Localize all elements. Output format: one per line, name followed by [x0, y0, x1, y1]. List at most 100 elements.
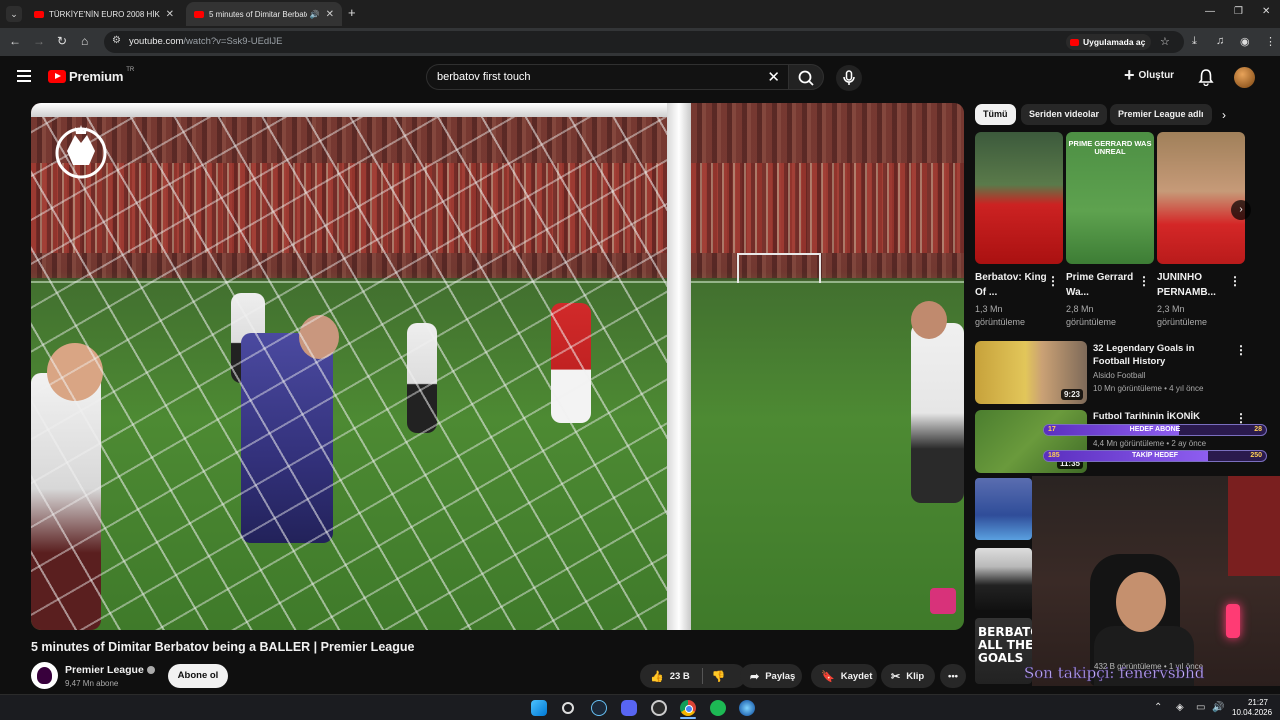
webcam-overlay: 432 B görüntüleme • 1 yıl önce Son takip…	[1024, 476, 1280, 686]
chip-all[interactable]: Tümü	[975, 104, 1016, 125]
goal-target: 250	[1250, 452, 1262, 459]
more-options-icon[interactable]: ⋮	[1138, 274, 1150, 288]
verified-icon	[146, 666, 155, 675]
search-query: berbatov first touch	[437, 71, 531, 83]
save-button[interactable]: 🔖 Kaydet	[811, 664, 877, 688]
account-avatar[interactable]	[1234, 67, 1255, 88]
thumbs-up-icon[interactable]: 👍	[650, 670, 664, 683]
shorts-next-icon[interactable]: ›	[1231, 200, 1251, 220]
share-button[interactable]: ➦ Paylaş	[740, 664, 802, 688]
recommended-thumbnail[interactable]: 9:23	[975, 341, 1087, 404]
recommended-thumbnail[interactable]	[975, 548, 1032, 610]
site-info-icon[interactable]: ⚙	[112, 35, 121, 46]
share-label: Paylaş	[765, 670, 796, 682]
steam-icon[interactable]	[591, 700, 607, 716]
windows-start-icon[interactable]	[531, 700, 547, 716]
tab-title: TÜRKİYE'NİN EURO 2008 HİKAYESİ	[49, 9, 160, 19]
short-title[interactable]: Prime Gerrard Wa...	[1066, 270, 1138, 300]
channel-name[interactable]: Premier League	[65, 664, 155, 676]
tab-euro-2008[interactable]: TÜRKİYE'NİN EURO 2008 HİKAYESİ ✕	[26, 2, 182, 26]
short-thumbnail[interactable]: PRIME GERRARD WAS UNREAL	[1066, 132, 1154, 264]
speaker-icon[interactable]: 🔊	[310, 10, 320, 19]
search-icon	[798, 70, 814, 86]
more-options-icon[interactable]: ⋮	[1235, 343, 1247, 357]
youtube-premium-logo[interactable]: Premium TR	[48, 66, 135, 84]
media-control-icon[interactable]: ♫	[1216, 35, 1224, 47]
channel-avatar[interactable]	[31, 662, 58, 689]
tab-search-button[interactable]: ⌄	[6, 6, 22, 22]
channel-subscriber-count: 9,47 Mn abone	[65, 679, 119, 688]
short-thumbnail[interactable]	[975, 132, 1063, 264]
minimize-icon[interactable]: —	[1205, 6, 1215, 17]
new-tab-button[interactable]: +	[348, 5, 356, 20]
clock-date: 10.04.2026	[1232, 708, 1273, 717]
app-icon[interactable]	[739, 700, 755, 716]
search-button[interactable]	[788, 64, 824, 90]
bookmark-star-icon[interactable]: ☆	[1160, 35, 1170, 48]
forward-icon[interactable]: →	[33, 34, 45, 48]
webcam-jersey	[1228, 476, 1280, 576]
notifications-button[interactable]	[1198, 68, 1214, 91]
thumbnail-text: BERBATOV ALL THE GOALS	[978, 625, 1032, 665]
country-code: TR	[126, 66, 135, 73]
short-thumbnail[interactable]	[1157, 132, 1245, 264]
maximize-icon[interactable]: ❐	[1234, 6, 1243, 17]
more-options-icon[interactable]: ⋮	[1235, 411, 1247, 425]
recommended-thumbnail[interactable]: 11:35	[975, 410, 1087, 473]
close-window-icon[interactable]: ✕	[1262, 6, 1270, 17]
webcam-person-face	[1116, 572, 1166, 632]
recommended-meta: 10 Mn görüntüleme • 4 yıl önce	[1093, 384, 1204, 393]
back-icon[interactable]: ←	[9, 34, 21, 48]
youtube-icon	[1070, 38, 1079, 46]
reload-icon[interactable]: ↻	[57, 34, 67, 48]
clip-button[interactable]: ✂ Klip	[881, 664, 935, 688]
download-icon[interactable]: ⤓	[1192, 35, 1197, 48]
chrome-menu-icon[interactable]: ⋮	[1265, 35, 1276, 48]
create-button[interactable]: + Oluştur	[1124, 65, 1174, 85]
chips-next-icon[interactable]: ›	[1222, 108, 1226, 122]
video-frame-crossbar	[31, 103, 691, 117]
more-actions-button[interactable]: •••	[940, 664, 966, 688]
plus-icon: +	[1124, 65, 1135, 85]
close-tab-icon[interactable]: ✕	[326, 9, 334, 20]
short-title[interactable]: JUNINHO PERNAMB...	[1157, 270, 1229, 300]
spotify-icon[interactable]	[710, 700, 726, 716]
more-options-icon[interactable]: ⋮	[1047, 274, 1059, 288]
subscribe-button[interactable]: Abone ol	[168, 664, 228, 688]
chrome-icon[interactable]	[680, 700, 696, 716]
recommended-channel[interactable]: Alsido Football	[1093, 370, 1145, 382]
chip-series[interactable]: Seriden videolar	[1021, 104, 1108, 125]
profile-icon[interactable]: ◉	[1240, 35, 1250, 48]
chip-channel[interactable]: Premier League adlı	[1110, 104, 1212, 125]
thumbs-down-icon[interactable]: 👎	[712, 670, 726, 683]
discord-icon[interactable]	[621, 700, 637, 716]
clear-search-icon[interactable]: ✕	[767, 68, 780, 86]
more-options-icon[interactable]: ⋮	[1229, 274, 1241, 288]
video-player[interactable]	[31, 103, 964, 630]
clock-time: 21:27	[1247, 698, 1268, 707]
open-in-app-button[interactable]: Uygulamada aç	[1066, 34, 1152, 50]
close-tab-icon[interactable]: ✕	[166, 9, 174, 20]
address-bar[interactable]: ⚙ youtube.com/watch?v=Ssk9-UEdlJE Uygula…	[104, 31, 1184, 53]
tray-app-icon[interactable]: ◈	[1176, 702, 1184, 713]
tab-berbatov[interactable]: 5 minutes of Dimitar Berbatov 🔊 ✕	[186, 2, 342, 26]
network-icon[interactable]: ▭	[1196, 702, 1205, 713]
tray-chevron-icon[interactable]: ⌃	[1154, 702, 1162, 713]
taskbar-search-icon[interactable]	[562, 702, 574, 714]
obs-icon[interactable]	[651, 700, 667, 716]
share-icon: ➦	[750, 670, 760, 683]
taskbar-clock[interactable]: 21:27 10.04.2026	[1232, 698, 1273, 718]
menu-icon[interactable]	[17, 70, 31, 82]
like-count[interactable]: 23 B	[670, 671, 690, 682]
voice-search-button[interactable]	[836, 65, 862, 91]
home-icon[interactable]: ⌂	[81, 34, 88, 48]
youtube-favicon-icon	[34, 10, 44, 18]
browser-tabstrip: ⌄ TÜRKİYE'NİN EURO 2008 HİKAYESİ ✕ 5 min…	[0, 0, 1280, 28]
search-input[interactable]: berbatov first touch ✕	[426, 64, 788, 90]
follow-goal-bar: 185 TAKİP HEDEF 250	[1043, 450, 1267, 462]
volume-icon[interactable]: 🔊	[1212, 702, 1224, 713]
recommended-title[interactable]: 32 Legendary Goals in Football History	[1093, 342, 1227, 368]
youtube-favicon-icon	[194, 10, 204, 18]
short-title[interactable]: Berbatov: King Of ...	[975, 270, 1047, 300]
recommended-thumbnail[interactable]	[975, 478, 1032, 540]
